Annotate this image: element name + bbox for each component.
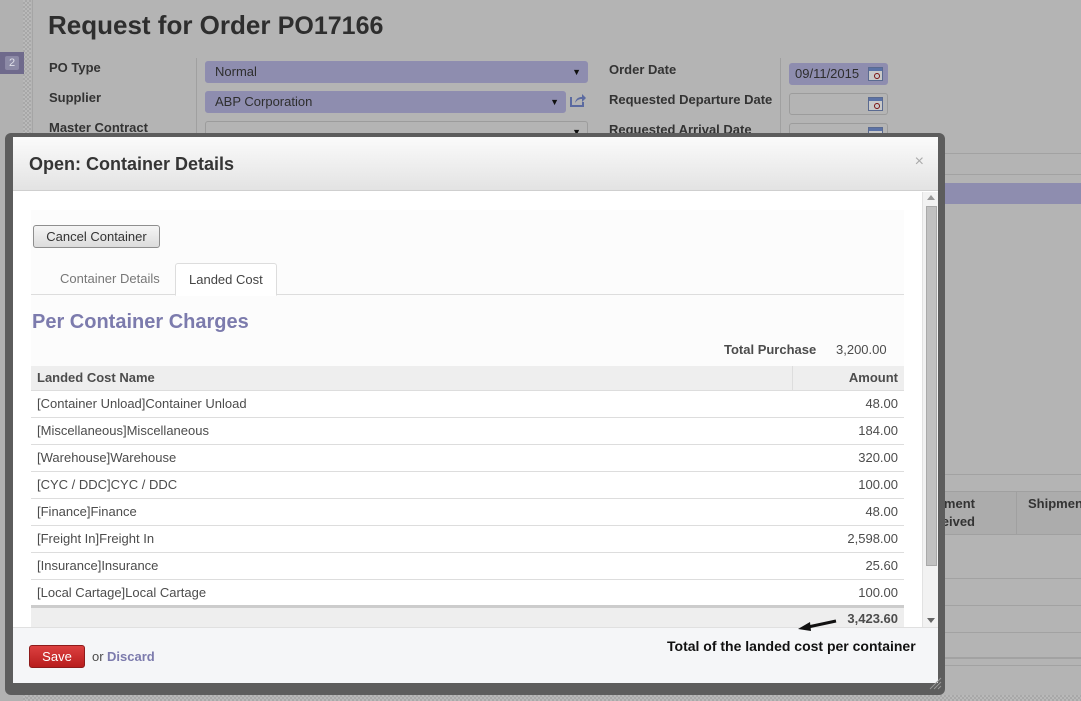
landed-cost-name-cell: [CYC / DDC]CYC / DDC (31, 471, 792, 499)
requested-departure-date-label: Requested Departure Date (609, 92, 773, 107)
po-type-label: PO Type (49, 60, 101, 75)
table-row[interactable]: [Local Cartage]Local Cartage 100.00 (31, 579, 904, 607)
page-title-text: Request for Order (48, 10, 271, 40)
label-separator (780, 58, 781, 138)
annotation-text: Total of the landed cost per container (667, 638, 916, 654)
vertical-scrollbar[interactable] (922, 192, 938, 627)
scrollbar-thumb[interactable] (926, 206, 937, 566)
total-purchase-label: Total Purchase (724, 342, 817, 357)
divider (935, 474, 1081, 475)
table-row[interactable]: [Miscellaneous]Miscellaneous 184.00 (31, 417, 904, 445)
arrow-left-icon (798, 619, 837, 631)
dialog-header: Open: Container Details × (13, 137, 938, 191)
table-row[interactable]: [Insurance]Insurance 25.60 (31, 552, 904, 580)
table-body: [Container Unload]Container Unload 48.00[… (31, 390, 904, 607)
save-button[interactable]: Save (29, 645, 85, 668)
divider (935, 665, 1081, 666)
po-type-value: Normal (215, 64, 257, 79)
tab-bar: Container Details Landed Cost (31, 263, 904, 296)
amount-cell: 100.00 (792, 471, 904, 499)
order-date-input[interactable]: 09/11/2015 (789, 63, 888, 85)
landed-cost-table: Landed Cost Name Amount [Container Unloa… (31, 366, 904, 631)
resize-handle-icon[interactable] (928, 676, 942, 690)
total-purchase-value: 3,200.00 (836, 342, 887, 357)
requested-departure-date-input[interactable] (789, 93, 888, 115)
column-header-shipment: Shipment (1028, 496, 1081, 511)
amount-cell: 100.00 (792, 579, 904, 607)
tab-container-details[interactable]: Container Details (47, 263, 173, 295)
column-header-amount[interactable]: Amount (791, 366, 904, 391)
chevron-down-icon: ▼ (572, 67, 581, 77)
label-separator (196, 58, 197, 138)
table-row[interactable]: [CYC / DDC]CYC / DDC 100.00 (31, 471, 904, 499)
divider (935, 578, 1081, 579)
column-header-landed-cost-name[interactable]: Landed Cost Name (31, 366, 792, 391)
divider (935, 632, 1081, 633)
dialog-body: Cancel Container Container Details Lande… (13, 192, 938, 631)
table-row[interactable]: [Warehouse]Warehouse 320.00 (31, 444, 904, 472)
external-link-icon[interactable] (569, 92, 587, 108)
sidebar-badge-item[interactable]: 2 (0, 52, 24, 74)
section-title: Per Container Charges (32, 311, 249, 333)
dialog-footer: Save or Discard Total of the landed cost… (13, 619, 938, 683)
column-divider (1016, 492, 1017, 534)
amount-cell: 48.00 (792, 498, 904, 526)
amount-cell: 25.60 (792, 552, 904, 580)
table-row[interactable]: [Finance]Finance 48.00 (31, 498, 904, 526)
supplier-label: Supplier (49, 90, 102, 105)
scroll-down-arrow-icon[interactable] (927, 618, 935, 623)
calendar-icon[interactable] (868, 97, 883, 111)
landed-cost-name-cell: [Local Cartage]Local Cartage (31, 579, 792, 607)
page-title: Request for Order PO17166 (48, 10, 383, 41)
po-type-select[interactable]: Normal ▼ (205, 61, 588, 83)
dialog-title: Open: Container Details (29, 154, 235, 174)
table-header-row: Landed Cost Name Amount (31, 366, 904, 391)
order-date-value: 09/11/2015 (795, 66, 860, 81)
divider (935, 153, 1081, 154)
landed-cost-name-cell: [Miscellaneous]Miscellaneous (31, 417, 792, 445)
divider (935, 174, 1081, 175)
table-row[interactable]: [Container Unload]Container Unload 48.00 (31, 390, 904, 418)
scroll-up-arrow-icon[interactable] (927, 195, 935, 200)
amount-cell: 2,598.00 (792, 525, 904, 553)
landed-cost-name-cell: [Container Unload]Container Unload (31, 390, 792, 418)
chevron-down-icon: ▼ (550, 97, 559, 107)
amount-cell: 48.00 (792, 390, 904, 418)
cancel-container-button[interactable]: Cancel Container (33, 225, 160, 248)
close-icon[interactable]: × (915, 153, 924, 171)
supplier-select[interactable]: ABP Corporation ▼ (205, 91, 566, 113)
divider (935, 657, 1081, 659)
amount-cell: 320.00 (792, 444, 904, 472)
discard-link[interactable]: Discard (107, 649, 155, 664)
landed-cost-name-cell: [Insurance]Insurance (31, 552, 792, 580)
highlighted-row (935, 183, 1081, 204)
landed-cost-name-cell: [Freight In]Freight In (31, 525, 792, 553)
table-row[interactable]: [Freight In]Freight In 2,598.00 (31, 525, 904, 553)
or-text: or (92, 649, 104, 664)
form-sheet: Cancel Container Container Details Lande… (31, 210, 904, 631)
amount-cell: 184.00 (792, 417, 904, 445)
counter-badge: 2 (5, 56, 19, 70)
bottom-edge (26, 695, 1081, 701)
po-number: PO17166 (277, 12, 384, 40)
landed-cost-name-cell: [Finance]Finance (31, 498, 792, 526)
order-date-label: Order Date (609, 62, 677, 77)
landed-cost-name-cell: [Warehouse]Warehouse (31, 444, 792, 472)
divider (935, 605, 1081, 606)
shipment-table-header: ShipmentReceived Shipment (929, 491, 1081, 535)
container-details-dialog: Open: Container Details × Cancel Contain… (13, 137, 938, 683)
tab-landed-cost[interactable]: Landed Cost (175, 263, 277, 296)
calendar-icon[interactable] (868, 67, 883, 81)
supplier-value: ABP Corporation (215, 94, 313, 109)
